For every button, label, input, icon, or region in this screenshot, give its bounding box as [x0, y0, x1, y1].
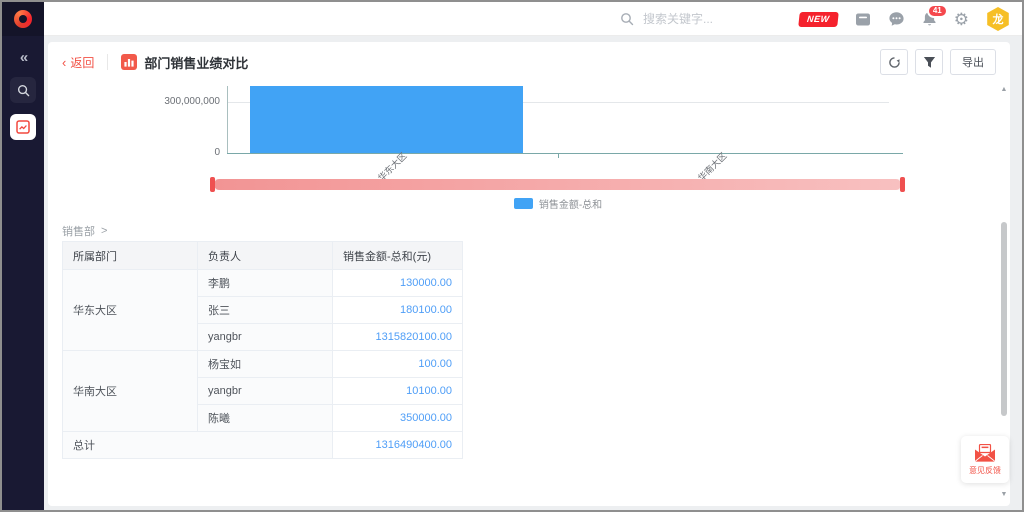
export-button[interactable]: 导出 — [950, 49, 996, 75]
dashboard-icon — [16, 120, 30, 134]
y-axis-tick-label: 0 — [60, 147, 220, 158]
department-cell: 华南大区 — [63, 351, 198, 432]
refresh-icon — [888, 56, 901, 69]
bell-icon[interactable]: 41 — [922, 11, 937, 27]
topbar-actions: NEW 41 ⚙ 龙 — [799, 2, 1010, 36]
chart-datazoom-slider[interactable] — [212, 179, 903, 190]
plot-area — [228, 86, 908, 153]
collapse-sidebar-icon[interactable]: « — [20, 49, 26, 66]
table-header-row: 所属部门 负责人 销售金额-总和(元) — [63, 242, 463, 270]
breadcrumb: 销售部 > — [62, 223, 107, 239]
refresh-button[interactable] — [880, 49, 908, 75]
col-header-amount: 销售金额-总和(元) — [333, 242, 463, 270]
app-logo[interactable] — [2, 2, 44, 36]
chart-legend[interactable]: 销售金额-总和 — [227, 196, 889, 211]
sidebar-item-dashboard[interactable] — [10, 114, 36, 140]
x-axis — [227, 153, 903, 154]
bar-huadong-daqu[interactable] — [250, 86, 523, 153]
scroll-down-arrow[interactable]: ▼ — [999, 491, 1009, 498]
person-cell: 张三 — [198, 297, 333, 324]
department-cell: 华东大区 — [63, 270, 198, 351]
x-axis-tick — [558, 153, 559, 158]
report-header: ‹ 返回 部门销售业绩对比 导出 — [48, 42, 1010, 82]
new-badge[interactable]: NEW — [798, 12, 838, 27]
total-amount-cell[interactable]: 1316490400.00 — [333, 432, 463, 459]
amount-cell[interactable]: 1315820100.00 — [333, 324, 463, 351]
sidebar-search-button[interactable] — [10, 77, 36, 103]
amount-cell[interactable]: 130000.00 — [333, 270, 463, 297]
datazoom-window[interactable] — [214, 179, 901, 190]
app-window: NEW 41 ⚙ 龙 « ‹ 返回 — [0, 0, 1024, 512]
total-label-cell: 总计 — [63, 432, 333, 459]
avatar[interactable]: 龙 — [986, 7, 1010, 31]
person-cell: yangbr — [198, 378, 333, 405]
docs-icon[interactable] — [855, 12, 871, 27]
gear-icon[interactable]: ⚙ — [954, 11, 969, 28]
divider — [107, 54, 108, 70]
bar-chart: 300,000,000 0 华东大区 华南大区 销售金额-总和 — [48, 86, 1010, 218]
feedback-button[interactable]: 意见反馈 — [961, 436, 1009, 483]
feedback-label: 意见反馈 — [969, 465, 1001, 476]
person-cell: 陈曦 — [198, 405, 333, 432]
notification-badge: 41 — [927, 4, 948, 18]
table-row: 华东大区 李鹏 130000.00 — [63, 270, 463, 297]
legend-label: 销售金额-总和 — [539, 196, 602, 211]
report-card: ‹ 返回 部门销售业绩对比 导出 300,000,000 0 — [48, 42, 1010, 506]
feedback-envelope-icon — [974, 444, 996, 462]
search-icon — [17, 84, 30, 97]
filter-icon — [923, 56, 936, 69]
topbar: NEW 41 ⚙ 龙 — [2, 2, 1022, 36]
logo-ring-icon — [14, 10, 32, 28]
chat-icon[interactable] — [888, 11, 905, 27]
page-title: 部门销售业绩对比 — [144, 53, 248, 72]
table-row: 华南大区 杨宝如 100.00 — [63, 351, 463, 378]
chevron-left-icon: ‹ — [62, 55, 66, 70]
y-axis-tick-label: 300,000,000 — [60, 96, 220, 107]
col-header-person: 负责人 — [198, 242, 333, 270]
back-button[interactable]: ‹ 返回 — [62, 54, 94, 71]
search-input[interactable] — [643, 12, 793, 26]
report-icon — [121, 54, 137, 70]
person-cell: yangbr — [198, 324, 333, 351]
amount-cell[interactable]: 180100.00 — [333, 297, 463, 324]
amount-cell[interactable]: 100.00 — [333, 351, 463, 378]
sidebar: « — [2, 36, 44, 510]
person-cell: 李鹏 — [198, 270, 333, 297]
scroll-up-arrow[interactable]: ▲ — [999, 86, 1009, 93]
search-icon — [620, 12, 634, 26]
pivot-table: 所属部门 负责人 销售金额-总和(元) 华东大区 李鹏 130000.00 张三… — [62, 241, 463, 459]
scrollbar-thumb[interactable] — [1001, 222, 1007, 416]
datazoom-right-handle[interactable] — [900, 177, 905, 192]
table-total-row: 总计 1316490400.00 — [63, 432, 463, 459]
breadcrumb-sales-dept[interactable]: 销售部 — [62, 223, 95, 239]
amount-cell[interactable]: 10100.00 — [333, 378, 463, 405]
legend-swatch — [514, 198, 533, 209]
amount-cell[interactable]: 350000.00 — [333, 405, 463, 432]
global-search — [620, 2, 793, 36]
col-header-department: 所属部门 — [63, 242, 198, 270]
datazoom-left-handle[interactable] — [210, 177, 215, 192]
person-cell: 杨宝如 — [198, 351, 333, 378]
filter-button[interactable] — [915, 49, 943, 75]
breadcrumb-separator: > — [101, 225, 107, 237]
